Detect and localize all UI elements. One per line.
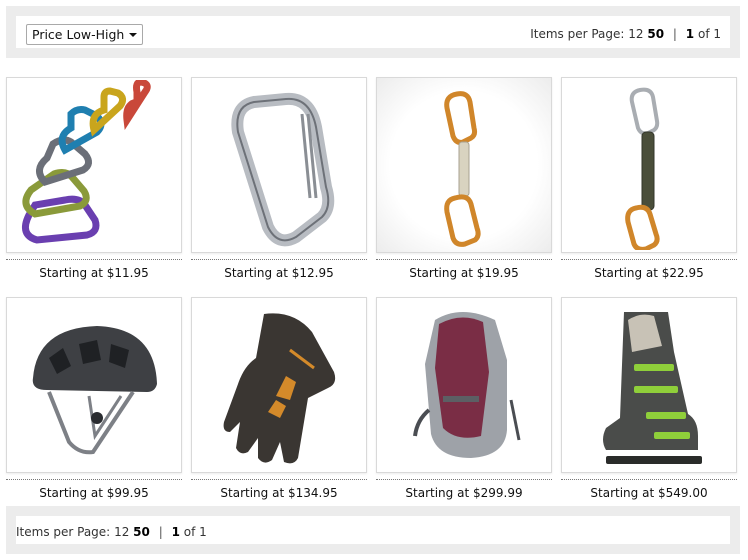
- product-image[interactable]: [376, 77, 552, 253]
- chevron-down-icon: [129, 33, 137, 37]
- per-page-option-12[interactable]: 12: [628, 27, 643, 41]
- pager-divider: |: [672, 27, 677, 41]
- top-pagination: Items per Page: 12 50 | 1 of 1: [530, 27, 721, 41]
- divider: [6, 259, 182, 260]
- items-per-page-label: Items per Page:: [530, 27, 625, 41]
- backpack-image: [413, 312, 521, 458]
- product-price[interactable]: Starting at $19.95: [376, 266, 552, 280]
- top-toolbar: Price Low-High Items per Page: 12 50 | 1…: [6, 6, 740, 58]
- per-page-option-50[interactable]: 50: [647, 27, 664, 41]
- product-price[interactable]: Starting at $549.00: [561, 486, 737, 500]
- product-card[interactable]: Starting at $19.95: [376, 77, 552, 280]
- current-page[interactable]: 1: [686, 27, 694, 41]
- product-image[interactable]: [191, 297, 367, 473]
- product-image[interactable]: [6, 297, 182, 473]
- divider: [191, 259, 367, 260]
- sort-selected-label: Price Low-High: [32, 27, 125, 42]
- items-per-page-label: Items per Page:: [16, 525, 111, 539]
- product-card[interactable]: Starting at $11.95: [6, 77, 182, 280]
- quickdraw-image: [444, 91, 481, 247]
- sort-dropdown[interactable]: Price Low-High: [26, 24, 143, 45]
- product-price[interactable]: Starting at $99.95: [6, 486, 182, 500]
- divider: [376, 259, 552, 260]
- product-price[interactable]: Starting at $11.95: [6, 266, 182, 280]
- divider: [191, 479, 367, 480]
- page-count: of 1: [183, 525, 207, 539]
- divider: [561, 479, 737, 480]
- bottom-toolbar-inner: Items per Page: 12 50 | 1 of 1: [16, 516, 730, 544]
- product-card[interactable]: Starting at $134.95: [191, 297, 367, 500]
- bottom-pagination: Items per Page: 12 50 | 1 of 1: [16, 525, 207, 539]
- product-image[interactable]: [561, 297, 737, 473]
- product-image[interactable]: [561, 77, 737, 253]
- climbing-helmet-image: [32, 326, 157, 455]
- product-image[interactable]: [376, 297, 552, 473]
- product-image[interactable]: [6, 77, 182, 253]
- product-price[interactable]: Starting at $12.95: [191, 266, 367, 280]
- product-price[interactable]: Starting at $134.95: [191, 486, 367, 500]
- product-card[interactable]: Starting at $299.99: [376, 297, 552, 500]
- per-page-option-12[interactable]: 12: [114, 525, 129, 539]
- carabiner-set-image: [21, 80, 151, 244]
- wiregate-carabiner-image: [231, 92, 335, 247]
- page-count: of 1: [697, 27, 721, 41]
- per-page-option-50[interactable]: 50: [133, 525, 150, 539]
- dogbone-quickdraw-image: [625, 87, 660, 250]
- divider: [561, 259, 737, 260]
- product-price[interactable]: Starting at $22.95: [561, 266, 737, 280]
- bottom-toolbar: Items per Page: 12 50 | 1 of 1: [6, 506, 740, 554]
- ski-boot-image: [603, 312, 702, 464]
- product-card[interactable]: Starting at $12.95: [191, 77, 367, 280]
- top-toolbar-inner: Price Low-High Items per Page: 12 50 | 1…: [16, 16, 730, 48]
- product-card[interactable]: Starting at $549.00: [561, 297, 737, 500]
- divider: [6, 479, 182, 480]
- product-price[interactable]: Starting at $299.99: [376, 486, 552, 500]
- product-card[interactable]: Starting at $99.95: [6, 297, 182, 500]
- current-page[interactable]: 1: [172, 525, 180, 539]
- climbing-glove-image: [223, 313, 336, 464]
- product-image[interactable]: [191, 77, 367, 253]
- product-card[interactable]: Starting at $22.95: [561, 77, 737, 280]
- divider: [376, 479, 552, 480]
- pager-divider: |: [158, 525, 163, 539]
